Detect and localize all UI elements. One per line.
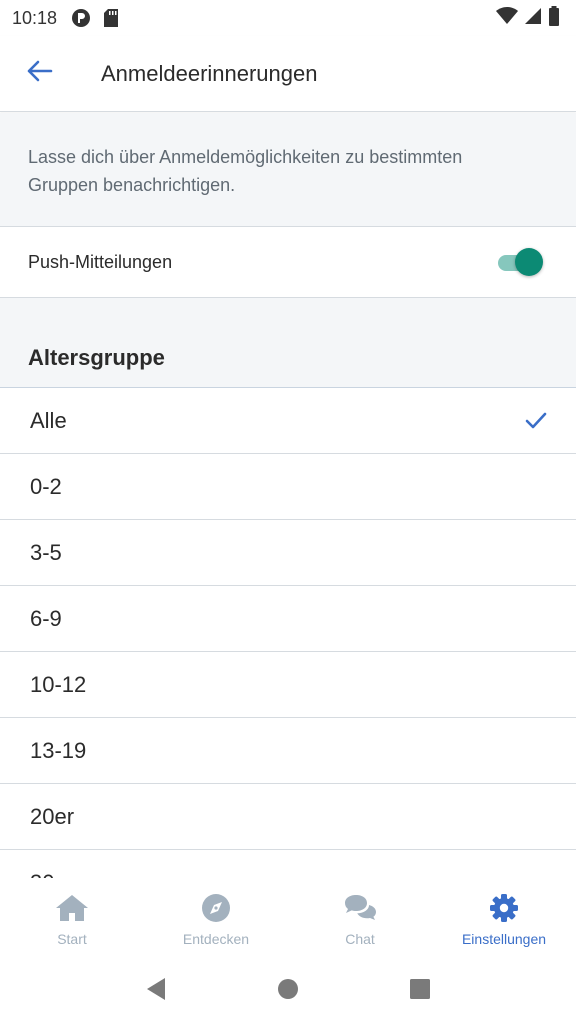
bottom-navigation: Start Entdecken Chat Einstellungen [0, 878, 576, 958]
option-label: 20er [30, 803, 75, 829]
option-label: 0-2 [30, 473, 62, 499]
sd-card-icon [101, 8, 121, 28]
age-group-list: Alle 0-2 3-5 6-9 10-12 13-19 20er 30er [0, 388, 576, 878]
app-bar: Anmeldeerinnerungen [0, 36, 576, 112]
back-button[interactable] [20, 54, 60, 94]
wifi-icon [496, 6, 518, 30]
compass-icon [199, 891, 233, 925]
nav-item-chat[interactable]: Chat [288, 878, 432, 958]
system-recents-button[interactable] [400, 971, 440, 1011]
status-bar: 10:18 [0, 0, 576, 36]
nav-label: Einstellungen [461, 931, 547, 947]
recents-square-icon [409, 978, 431, 1005]
section-title: Altersgruppe [28, 345, 165, 370]
push-notifications-toggle[interactable] [496, 247, 544, 277]
push-notifications-label: Push-Mitteilungen [28, 251, 173, 272]
option-label: 30er [30, 870, 74, 879]
home-icon [55, 891, 89, 925]
settings-scroll-area[interactable]: Lasse dich über Anmeldemöglichkeiten zu … [0, 113, 576, 878]
checkmark-icon [524, 409, 548, 433]
push-notifications-row[interactable]: Push-Mitteilungen [0, 227, 576, 298]
arrow-left-icon [27, 60, 53, 87]
nav-label: Start [57, 931, 87, 947]
option-label: 3-5 [30, 539, 62, 565]
age-option-alle[interactable]: Alle [0, 388, 576, 454]
back-triangle-icon [145, 977, 167, 1006]
system-home-button[interactable] [268, 971, 308, 1011]
age-option-30er[interactable]: 30er [0, 850, 576, 878]
nav-item-entdecken[interactable]: Entdecken [144, 878, 288, 958]
page-title: Anmeldeerinnerungen [101, 60, 318, 86]
age-option-0-2[interactable]: 0-2 [0, 454, 576, 520]
home-circle-icon [277, 978, 299, 1005]
option-label: 6-9 [30, 605, 62, 631]
gear-icon [487, 891, 521, 925]
cell-signal-icon [524, 7, 542, 30]
chat-bubbles-icon [343, 891, 377, 925]
age-option-20er[interactable]: 20er [0, 784, 576, 850]
nav-label: Chat [345, 931, 375, 947]
battery-icon [548, 5, 560, 31]
option-label: 10-12 [30, 671, 87, 697]
description-text: Lasse dich über Anmeldemöglichkeiten zu … [0, 113, 576, 227]
option-label: Alle [30, 407, 67, 433]
toggle-knob [515, 248, 543, 276]
system-navigation-bar [0, 958, 576, 1024]
age-option-3-5[interactable]: 3-5 [0, 520, 576, 586]
age-option-10-12[interactable]: 10-12 [0, 652, 576, 718]
age-option-13-19[interactable]: 13-19 [0, 718, 576, 784]
nav-label: Entdecken [182, 931, 250, 947]
system-back-button[interactable] [136, 971, 176, 1011]
option-label: 13-19 [30, 737, 87, 763]
age-option-6-9[interactable]: 6-9 [0, 586, 576, 652]
nav-item-einstellungen[interactable]: Einstellungen [432, 878, 576, 958]
vpn-key-icon [71, 8, 91, 28]
age-group-section-header: Altersgruppe [0, 298, 576, 388]
nav-item-start[interactable]: Start [0, 878, 144, 958]
status-time: 10:18 [12, 7, 58, 28]
